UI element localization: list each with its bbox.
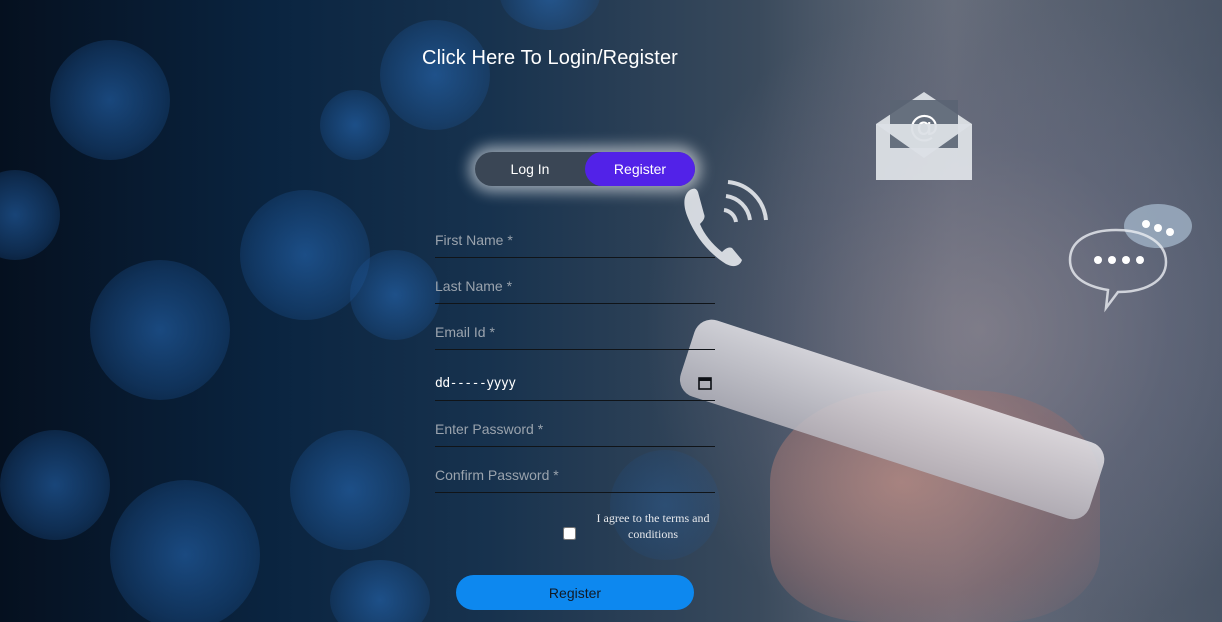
terms-label: I agree to the terms and conditions xyxy=(596,511,710,541)
bokeh-light xyxy=(290,430,410,550)
terms-agreement: I agree to the terms and conditions xyxy=(563,510,723,544)
chat-bubble-icon xyxy=(1068,204,1192,313)
password-input[interactable] xyxy=(435,412,715,446)
bokeh-light xyxy=(320,90,390,160)
first-name-input[interactable] xyxy=(435,223,715,257)
page-title: Click Here To Login/Register xyxy=(422,47,678,69)
bokeh-light xyxy=(330,560,430,622)
bokeh-light xyxy=(0,170,60,260)
bokeh-light xyxy=(380,20,490,130)
login-register-toggle: Log In Register xyxy=(475,152,695,186)
bokeh-light xyxy=(110,480,260,622)
email-icon: @ xyxy=(876,92,972,180)
bokeh-light xyxy=(350,250,440,340)
dob-field[interactable]: dd-----yyyy xyxy=(435,366,715,401)
confirm-password-field xyxy=(435,458,715,493)
last-name-input[interactable] xyxy=(435,269,715,303)
email-field xyxy=(435,315,715,350)
dob-input[interactable]: dd-----yyyy xyxy=(435,376,516,391)
calendar-icon[interactable] xyxy=(698,376,712,390)
bokeh-light xyxy=(500,0,600,30)
register-tab[interactable]: Register xyxy=(585,152,695,186)
password-field xyxy=(435,412,715,447)
login-tab[interactable]: Log In xyxy=(475,152,585,186)
email-input[interactable] xyxy=(435,315,715,349)
bokeh-light xyxy=(90,260,230,400)
bokeh-light xyxy=(0,430,110,540)
terms-checkbox[interactable] xyxy=(563,527,576,540)
last-name-field xyxy=(435,269,715,304)
register-submit-button[interactable]: Register xyxy=(456,575,694,610)
confirm-password-input[interactable] xyxy=(435,458,715,492)
first-name-field xyxy=(435,223,715,258)
